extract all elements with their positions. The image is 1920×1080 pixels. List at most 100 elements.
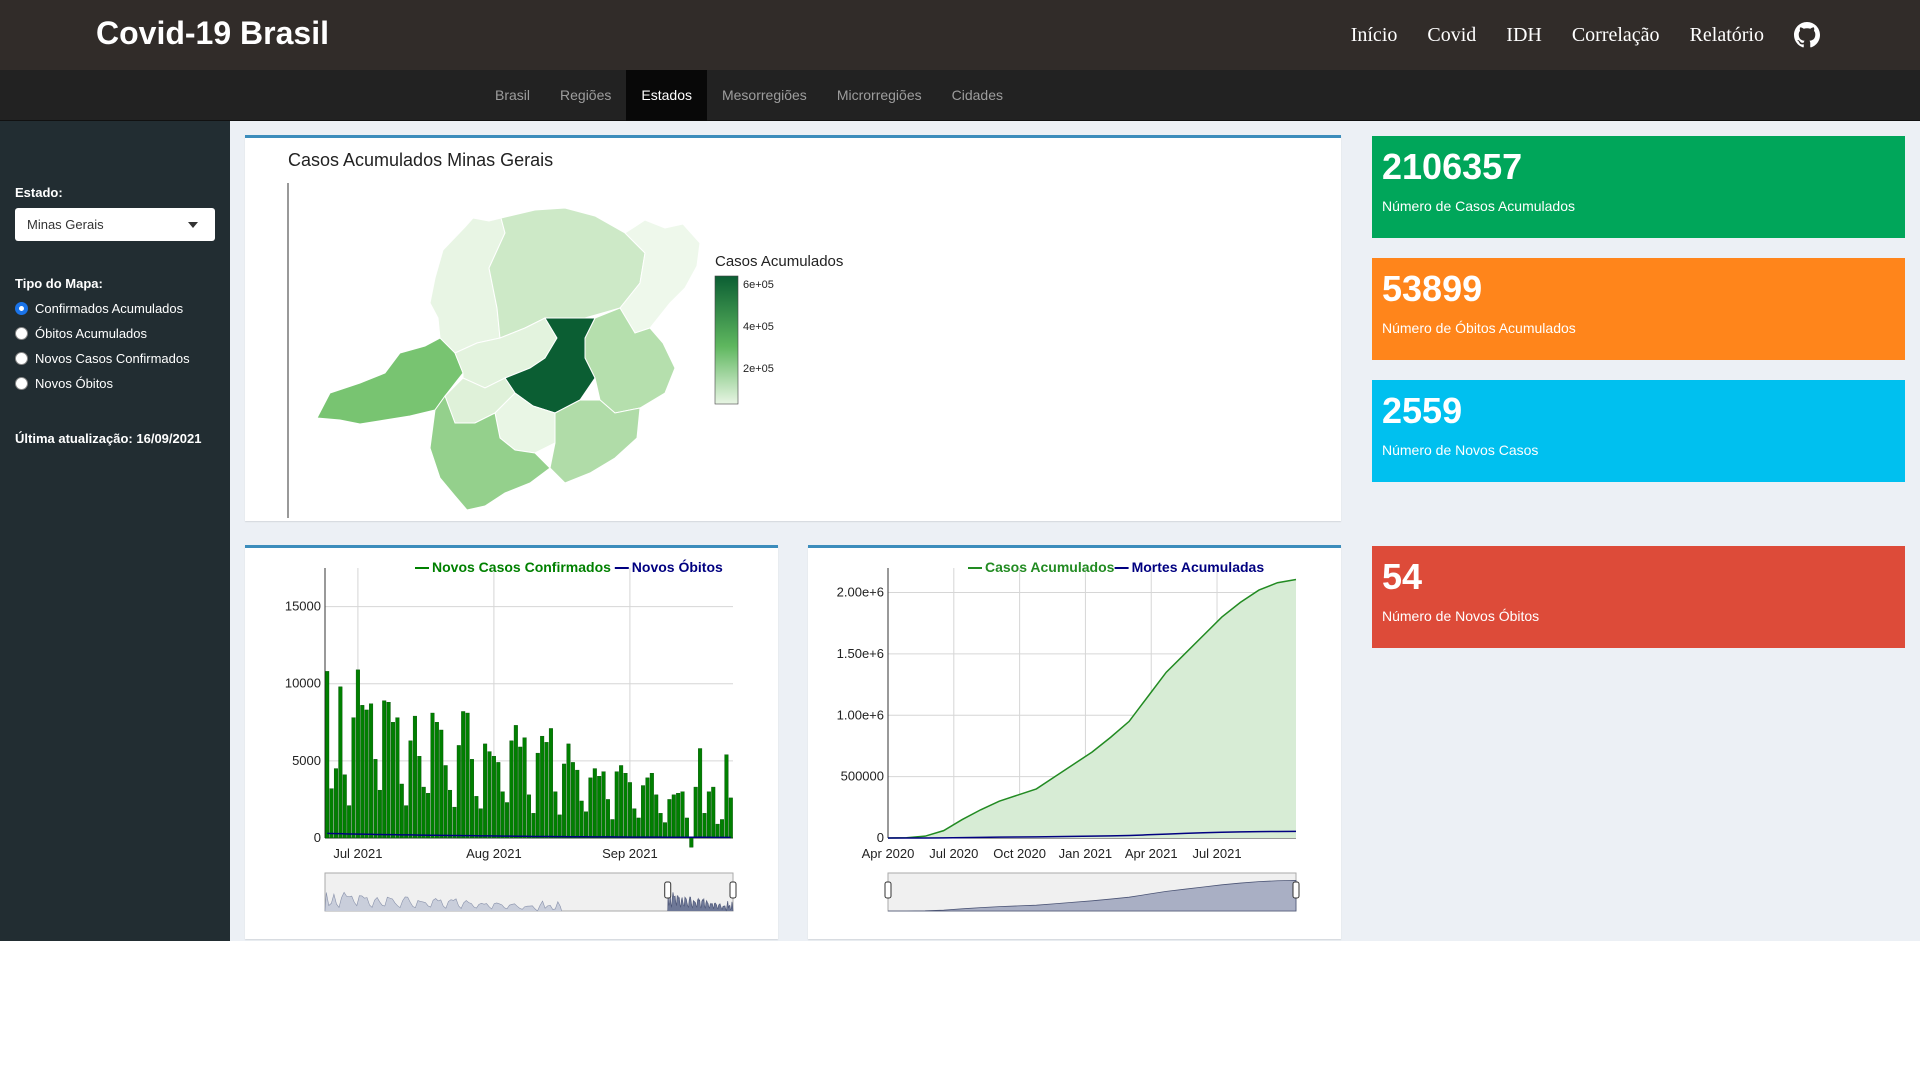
x-tick-label: Apr 2020 xyxy=(862,846,915,861)
estado-select[interactable]: Minas Gerais xyxy=(15,208,215,241)
estado-label: Estado: xyxy=(15,185,63,200)
chart-novos-casos-obitos[interactable]: 15000 10000 5000 0 Jul 2021 Aug 2021 Sep 2021 N… xyxy=(245,548,778,939)
bar-novos-casos xyxy=(698,748,703,839)
legend-tick: 4e+05 xyxy=(743,321,774,333)
value-box-novos-obitos: 54 Número de Novos Óbitos xyxy=(1372,546,1905,648)
range-selector xyxy=(324,872,737,912)
map-box: Casos Acumulados Minas Gerais Casos Acum… xyxy=(245,135,1341,521)
radio-button[interactable] xyxy=(15,377,28,390)
bar-novos-casos xyxy=(329,788,334,839)
range-handle-left xyxy=(664,881,672,899)
tab-mesorregioes[interactable]: Mesorregiões xyxy=(707,70,822,121)
bar-novos-casos xyxy=(689,837,694,848)
bar-novos-casos xyxy=(627,782,632,839)
tab-brasil[interactable]: Brasil xyxy=(480,70,545,121)
y-tick-label: 10000 xyxy=(285,676,321,691)
value-box-obitos-acumulados: 53899 Número de Óbitos Acumulados xyxy=(1372,258,1905,360)
radio-button-checked[interactable] xyxy=(15,302,28,315)
bar-novos-casos xyxy=(575,769,580,839)
radio-obitos-acumulados[interactable]: Óbitos Acumulados xyxy=(15,326,147,341)
radio-confirmados-acumulados[interactable]: Confirmados Acumulados xyxy=(15,301,183,316)
bar-novos-casos xyxy=(706,791,711,839)
bar-novos-casos xyxy=(684,817,689,839)
value-box-number: 2106357 xyxy=(1382,146,1523,187)
radio-button[interactable] xyxy=(15,327,28,340)
x-tick-label: Jul 2021 xyxy=(333,846,382,861)
bar-novos-casos xyxy=(654,794,659,839)
bar-novos-casos xyxy=(386,702,391,839)
bar-novos-casos xyxy=(728,797,733,839)
bar-novos-casos xyxy=(720,819,725,839)
bar-novos-casos xyxy=(364,709,369,839)
bar-novos-casos xyxy=(373,759,378,839)
bar-novos-casos xyxy=(531,813,536,839)
bar-novos-casos xyxy=(469,759,474,839)
bar-novos-casos xyxy=(610,819,615,839)
radio-button[interactable] xyxy=(15,352,28,365)
bar-novos-casos xyxy=(619,765,624,839)
y-tick-label: 0 xyxy=(314,830,321,845)
y-tick-label: 5000 xyxy=(292,753,321,768)
nav-covid[interactable]: Covid xyxy=(1427,24,1476,47)
radio-novos-casos[interactable]: Novos Casos Confirmados xyxy=(15,351,190,366)
value-box-casos-acumulados: 2106357 Número de Casos Acumulados xyxy=(1372,136,1905,238)
bar-novos-casos xyxy=(391,722,395,839)
bar-novos-casos xyxy=(500,791,505,839)
bar-novos-casos xyxy=(456,745,461,839)
bar-novos-casos xyxy=(667,799,672,839)
state-map: Casos Acumulados 6e+05 4e+05 2e+05 xyxy=(287,183,843,518)
bar-novos-casos xyxy=(430,712,435,839)
chart-casos-mortes-acumulados[interactable]: 2.00e+6 1.50e+6 1.00e+6 500000 0Apr 2020 Jul … xyxy=(808,548,1341,939)
bar-novos-casos xyxy=(412,715,417,839)
radio-novos-obitos[interactable]: Novos Óbitos xyxy=(15,376,113,391)
last-update-text: Última atualização: 16/09/2021 xyxy=(15,431,202,446)
radio-label: Confirmados Acumulados xyxy=(35,301,184,316)
bar-novos-casos xyxy=(584,811,589,839)
bar-novos-casos xyxy=(404,805,409,839)
subnav-tabs: Brasil Regiões Estados Mesorregiões Micr… xyxy=(480,70,1018,121)
bar-novos-casos xyxy=(325,671,330,839)
nav-inicio[interactable]: Início xyxy=(1351,24,1398,47)
y-tick-label: 2.00e+6 xyxy=(837,585,884,600)
bar-novos-casos xyxy=(347,805,352,839)
x-tick-label: Jul 2020 xyxy=(929,846,978,861)
bar-novos-casos xyxy=(434,722,439,839)
bar-novos-casos xyxy=(408,740,413,839)
tab-microrregioes[interactable]: Microrregiões xyxy=(822,70,937,121)
chart-novos-box: 15000 10000 5000 0 Jul 2021 Aug 2021 Sep 2021 N… xyxy=(245,545,778,939)
bar-novos-casos xyxy=(342,774,347,839)
bar-novos-casos xyxy=(597,776,602,839)
value-box-label: Número de Novos Casos xyxy=(1382,442,1539,458)
top-nav: Início Covid IDH Correlação Relatório xyxy=(1351,0,1920,70)
nav-relatorio[interactable]: Relatório xyxy=(1690,24,1764,47)
tab-cidades[interactable]: Cidades xyxy=(937,70,1018,121)
bar-novos-casos xyxy=(509,740,514,839)
bar-novos-casos xyxy=(570,762,575,839)
nav-idh[interactable]: IDH xyxy=(1506,24,1542,47)
bar-novos-casos xyxy=(421,786,426,839)
nav-correlacao[interactable]: Correlação xyxy=(1572,24,1660,47)
github-icon[interactable] xyxy=(1794,22,1820,48)
value-box-number: 2559 xyxy=(1382,390,1463,431)
legend-label: Novos Casos Confirmados xyxy=(432,559,611,575)
bar-novos-casos xyxy=(711,786,716,839)
y-tick-label: 0 xyxy=(877,830,884,845)
map-region-zona-da-mata xyxy=(549,399,641,484)
app-title[interactable]: Covid-19 Brasil xyxy=(96,15,329,52)
bar-novos-casos xyxy=(540,735,545,839)
legend-label: Casos Acumulados xyxy=(985,559,1115,575)
y-tick-label: 15000 xyxy=(285,599,321,614)
bar-novos-casos xyxy=(487,751,492,839)
bar-novos-casos xyxy=(632,808,637,839)
bar-novos-casos xyxy=(443,765,448,839)
bar-novos-casos xyxy=(562,763,567,839)
chart-acumulados-box: 2.00e+6 1.50e+6 1.00e+6 500000 0 Apr 2020 Jul … xyxy=(808,545,1341,939)
top-navbar: Covid-19 Brasil Início Covid IDH Correla… xyxy=(0,0,1920,70)
bar-novos-casos xyxy=(592,768,597,839)
tab-estados[interactable]: Estados xyxy=(626,70,707,121)
legend-label: Novos Óbitos xyxy=(632,558,723,575)
bar-novos-casos xyxy=(355,669,360,839)
radio-label: Óbitos Acumulados xyxy=(35,326,148,341)
tab-regioes[interactable]: Regiões xyxy=(545,70,626,121)
bar-novos-casos xyxy=(548,728,553,839)
